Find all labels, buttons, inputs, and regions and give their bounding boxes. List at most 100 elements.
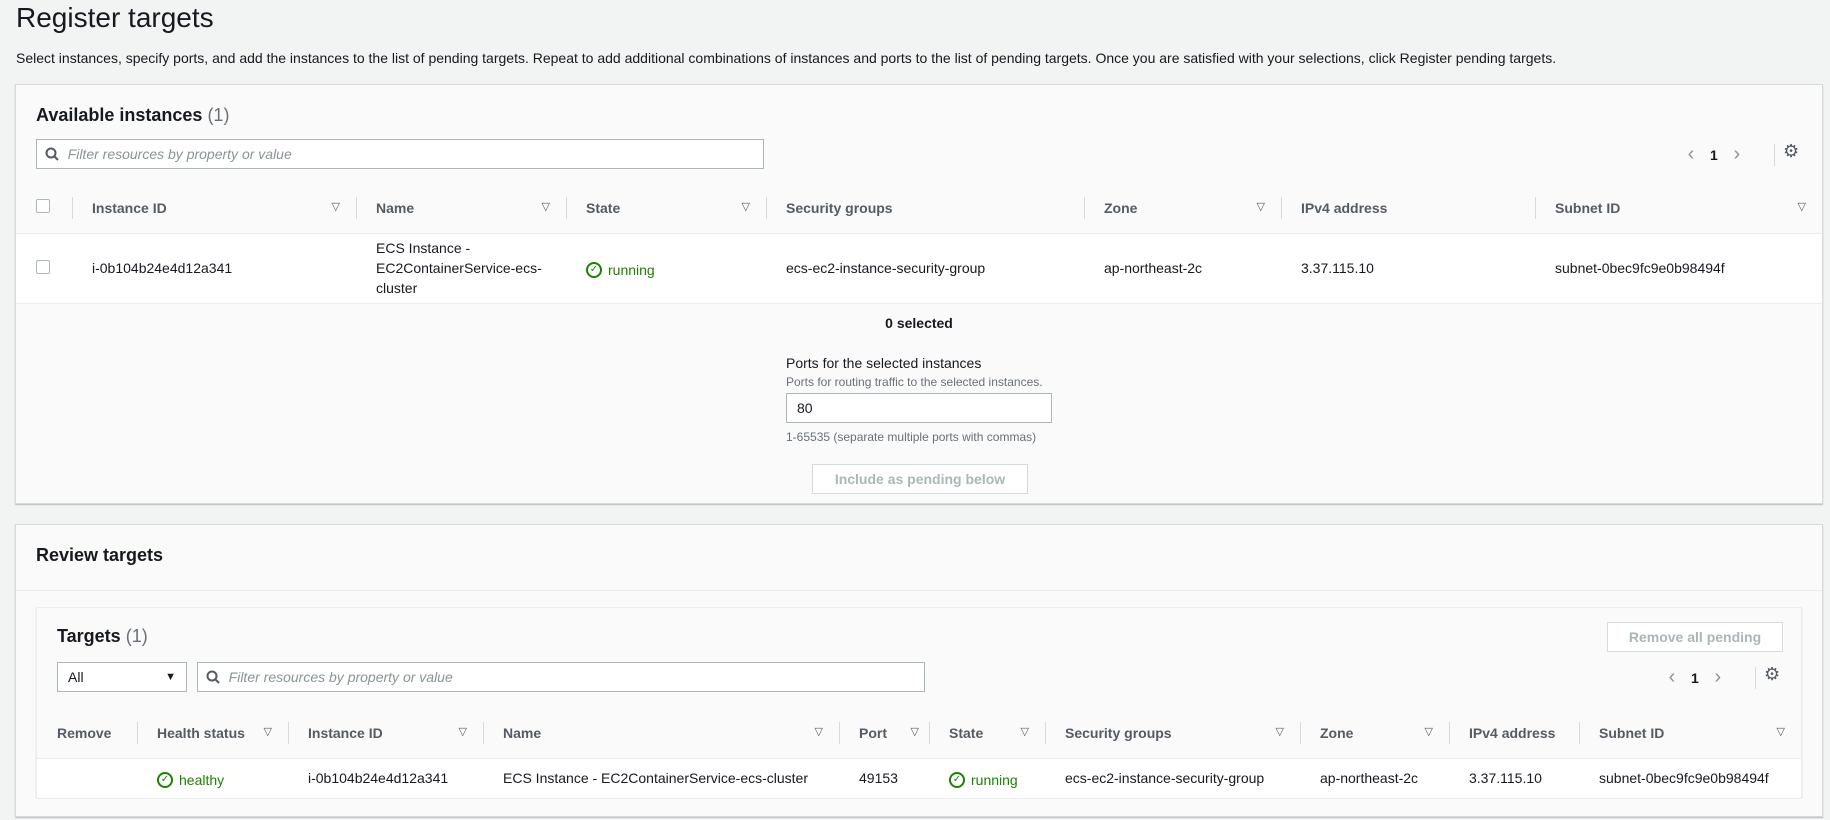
targets-title: Targets (1) — [57, 626, 148, 647]
table-header-row: Remove Health status ▽ Instance ID ▽ Name ▽… — [37, 708, 1801, 759]
available-instances-title-text: Available instances — [36, 105, 203, 125]
review-targets-panel: Review targets Targets (1) Remove all pe… — [15, 524, 1823, 817]
review-targets-title: Review targets — [36, 545, 164, 565]
sort-icon[interactable]: ▽ — [1257, 200, 1265, 213]
col-name[interactable]: Name ▽ — [356, 183, 566, 234]
page-title: Register targets — [16, 2, 214, 33]
targets-pagination: ‹ 1 › — [1663, 666, 1727, 689]
select-all-checkbox[interactable] — [36, 199, 50, 214]
select-all-checkbox-cell — [16, 183, 72, 234]
subnet-cell: subnet-0bec9fc9e0b98494f — [1535, 233, 1822, 304]
col-ipv4[interactable]: IPv4 address — [1281, 183, 1535, 234]
sort-icon[interactable]: ▽ — [1777, 725, 1785, 738]
ports-hint: 1-65535 (separate multiple ports with co… — [786, 430, 1037, 444]
health-label: healthy — [179, 771, 225, 788]
caret-down-icon: ▼ — [165, 671, 176, 683]
instance-id-cell: i-0b104b24e4d12a341 — [72, 233, 356, 304]
state-label: running — [971, 771, 1018, 788]
targets-count: (1) — [125, 626, 148, 646]
col-instance-id[interactable]: Instance ID ▽ — [72, 183, 356, 234]
register-targets-page: Register targets Select instances, speci… — [0, 0, 1830, 820]
sort-icon[interactable]: ▽ — [542, 200, 550, 213]
chevron-right-icon[interactable]: › — [1709, 666, 1727, 689]
chevron-right-icon[interactable]: › — [1728, 143, 1746, 166]
col-zone[interactable]: Zone ▽ — [1300, 708, 1449, 759]
state-cell: ✓ running — [566, 233, 766, 304]
col-remove: Remove — [37, 708, 137, 759]
ports-description: Ports for routing traffic to the selecte… — [786, 375, 1043, 389]
divider — [1755, 667, 1756, 689]
health-cell: ✓ healthy — [137, 758, 288, 799]
table-row[interactable]: ✓ healthy i-0b104b24e4d12a341 ECS Instanc… — [37, 758, 1801, 799]
gear-icon[interactable]: ⚙ — [1764, 664, 1780, 685]
state-label: running — [608, 261, 655, 278]
port-cell: 49153 — [839, 758, 929, 799]
filter-select[interactable]: All ▼ — [57, 662, 187, 692]
sort-icon[interactable]: ▽ — [815, 725, 823, 738]
col-port[interactable]: Port ▽ — [839, 708, 929, 759]
instance-id-cell: i-0b104b24e4d12a341 — [288, 758, 483, 799]
zone-cell: ap-northeast-2c — [1084, 233, 1281, 304]
sort-icon[interactable]: ▽ — [1798, 200, 1806, 213]
page-description: Select instances, specify ports, and add… — [16, 50, 1557, 66]
zone-cell: ap-northeast-2c — [1300, 758, 1449, 799]
ports-label: Ports for the selected instances — [786, 355, 982, 371]
targets-search-box[interactable] — [197, 662, 925, 692]
check-circle-icon: ✓ — [586, 261, 602, 278]
col-instance-id[interactable]: Instance ID ▽ — [288, 708, 483, 759]
targets-container: Targets (1) Remove all pending All ▼ ‹ 1… — [36, 607, 1802, 799]
include-pending-button[interactable]: Include as pending below — [812, 464, 1028, 494]
page-number[interactable]: 1 — [1691, 670, 1699, 686]
col-state[interactable]: State ▽ — [566, 183, 766, 234]
sort-icon[interactable]: ▽ — [264, 725, 272, 738]
gear-icon[interactable]: ⚙ — [1783, 141, 1799, 162]
sort-icon[interactable]: ▽ — [459, 725, 467, 738]
ipv4-cell: 3.37.115.10 — [1449, 758, 1579, 799]
security-groups-cell: ecs-ec2-instance-security-group — [766, 233, 1084, 304]
selected-count: 0 selected — [885, 315, 953, 331]
sort-icon[interactable]: ▽ — [1276, 725, 1284, 738]
sort-icon[interactable]: ▽ — [911, 725, 919, 738]
ports-input[interactable] — [786, 393, 1052, 423]
table-header-row: Instance ID ▽ Name ▽ State ▽ Security group… — [16, 183, 1822, 234]
chevron-left-icon[interactable]: ‹ — [1663, 666, 1681, 689]
col-zone[interactable]: Zone ▽ — [1084, 183, 1281, 234]
remove-cell[interactable] — [37, 758, 137, 799]
available-search-input[interactable] — [67, 146, 763, 162]
ipv4-cell: 3.37.115.10 — [1281, 233, 1535, 304]
available-instances-panel: Available instances (1) ‹ 1 › ⚙ — [15, 84, 1823, 504]
targets-search-input[interactable] — [228, 669, 924, 685]
col-state[interactable]: State ▽ — [929, 708, 1045, 759]
table-row[interactable]: i-0b104b24e4d12a341 ECS Instance - EC2Co… — [16, 233, 1822, 304]
search-icon — [198, 670, 229, 684]
check-circle-icon: ✓ — [157, 771, 173, 788]
col-ipv4[interactable]: IPv4 address — [1449, 708, 1579, 759]
page-number[interactable]: 1 — [1710, 147, 1718, 163]
row-checkbox[interactable] — [36, 259, 50, 274]
sort-icon[interactable]: ▽ — [742, 200, 750, 213]
sort-icon[interactable]: ▽ — [1021, 725, 1029, 738]
sort-icon[interactable]: ▽ — [1425, 725, 1433, 738]
filter-select-value: All — [68, 669, 84, 685]
name-cell: ECS Instance - EC2ContainerService-ecs-c… — [483, 758, 839, 799]
state-cell: ✓ running — [929, 758, 1045, 799]
available-instances-title: Available instances (1) — [36, 105, 229, 126]
col-security-groups[interactable]: Security groups ▽ — [1045, 708, 1300, 759]
targets-table: Remove Health status ▽ Instance ID ▽ Name ▽… — [37, 708, 1801, 799]
targets-title-text: Targets — [57, 626, 121, 646]
row-checkbox-cell — [16, 233, 72, 304]
name-cell: ECS Instance - EC2ContainerService-ecs-c… — [356, 233, 566, 304]
col-subnet-id[interactable]: Subnet ID ▽ — [1579, 708, 1801, 759]
sort-icon[interactable]: ▽ — [332, 200, 340, 213]
col-subnet-id[interactable]: Subnet ID ▽ — [1535, 183, 1822, 234]
available-search-box[interactable] — [36, 139, 764, 169]
available-instances-table: Instance ID ▽ Name ▽ State ▽ Security group… — [16, 183, 1822, 304]
divider — [1774, 144, 1775, 166]
col-security-groups[interactable]: Security groups — [766, 183, 1084, 234]
chevron-left-icon[interactable]: ‹ — [1682, 143, 1700, 166]
remove-all-pending-button[interactable]: Remove all pending — [1607, 622, 1783, 652]
col-name[interactable]: Name ▽ — [483, 708, 839, 759]
col-health-status[interactable]: Health status ▽ — [137, 708, 288, 759]
available-instances-count: (1) — [207, 105, 230, 125]
search-icon — [37, 147, 68, 161]
